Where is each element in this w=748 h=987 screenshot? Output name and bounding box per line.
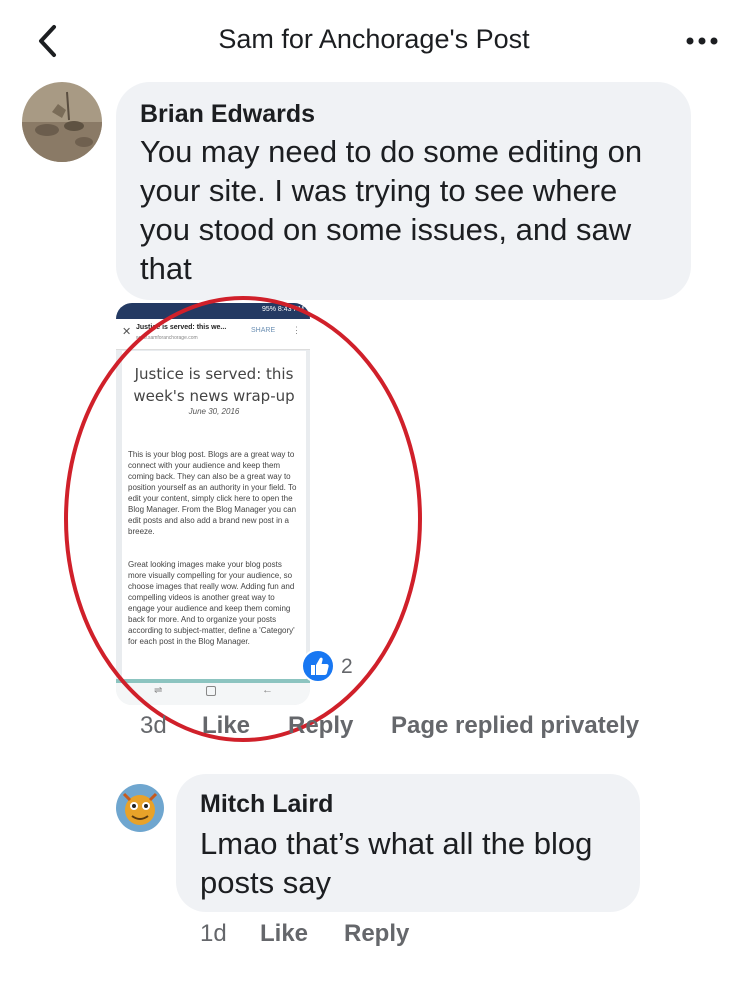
comment-actions: 1d Like Reply bbox=[0, 920, 748, 950]
comment-text: Lmao that’s what all the blog posts say bbox=[200, 824, 630, 902]
post-title: Justice is served: this week's news wrap… bbox=[130, 363, 298, 407]
post-paragraph: This is your blog post. Blogs are a grea… bbox=[128, 450, 297, 536]
close-icon: ✕ bbox=[122, 326, 132, 338]
comment-line: you stood on some issues, and saw bbox=[140, 212, 632, 247]
post-paragraph: Great looking images make your blog post… bbox=[128, 560, 295, 646]
recent-apps-icon: ⇌ bbox=[154, 685, 163, 696]
reaction-count: 2 bbox=[341, 655, 353, 678]
thumbs-up-icon bbox=[301, 649, 335, 683]
comment-text: You may need to do some editing on your … bbox=[140, 132, 685, 288]
phone-status-text: 95% 8:43 PM bbox=[261, 306, 304, 313]
post-title-line: week's news wrap-up bbox=[133, 387, 295, 405]
avatar[interactable] bbox=[22, 82, 102, 162]
comment-author[interactable]: Brian Edwards bbox=[140, 100, 315, 129]
comment-timestamp: 3d bbox=[140, 712, 167, 739]
page-replied-privately[interactable]: Page replied privately bbox=[391, 712, 639, 740]
comment-line: that bbox=[140, 251, 192, 286]
tab-title: Justice is served: this we... bbox=[136, 324, 227, 331]
comment-timestamp: 1d bbox=[200, 920, 227, 947]
share-label: SHARE bbox=[251, 327, 276, 334]
like-button[interactable]: Like bbox=[260, 920, 308, 948]
comment-actions: 3d Like Reply Page replied privately bbox=[0, 712, 748, 742]
comment-bubble[interactable]: Brian Edwards You may need to do some ed… bbox=[116, 82, 691, 300]
comment-line: You may need to do some editing on bbox=[140, 134, 643, 169]
blog-page: Justice is served: this week's news wrap… bbox=[122, 351, 306, 681]
url-text: www.samforanchorage.com bbox=[136, 335, 198, 341]
page-title: Sam for Anchorage's Post bbox=[218, 24, 530, 54]
comment-line: your site. I was trying to see where bbox=[140, 173, 618, 208]
comment-author[interactable]: Mitch Laird bbox=[200, 790, 333, 819]
more-horizontal-icon[interactable] bbox=[683, 26, 723, 56]
phone-status-bar: 95% 8:43 PM bbox=[116, 303, 310, 319]
comment-line: Lmao that’s what all the blog bbox=[200, 826, 593, 861]
avatar[interactable] bbox=[116, 784, 164, 832]
comment-line: posts say bbox=[200, 865, 331, 900]
like-button[interactable]: Like bbox=[202, 712, 250, 740]
reply-button[interactable]: Reply bbox=[344, 920, 409, 948]
back-arrow-icon: ← bbox=[262, 684, 273, 696]
phone-nav-bar: ⇌ ← bbox=[116, 679, 310, 705]
phone-url-bar: ✕ Justice is served: this we... www.samf… bbox=[116, 319, 310, 350]
home-icon bbox=[206, 686, 216, 696]
more-vertical-icon: ⋮ bbox=[292, 325, 301, 335]
post-title-line: Justice is served: this bbox=[134, 365, 294, 383]
reply-button[interactable]: Reply bbox=[288, 712, 353, 740]
attachment-image[interactable]: 95% 8:43 PM ✕ Justice is served: this we… bbox=[116, 303, 310, 705]
post-date: June 30, 2016 bbox=[188, 407, 240, 416]
comment-bubble[interactable]: Mitch Laird Lmao that’s what all the blo… bbox=[176, 774, 640, 912]
